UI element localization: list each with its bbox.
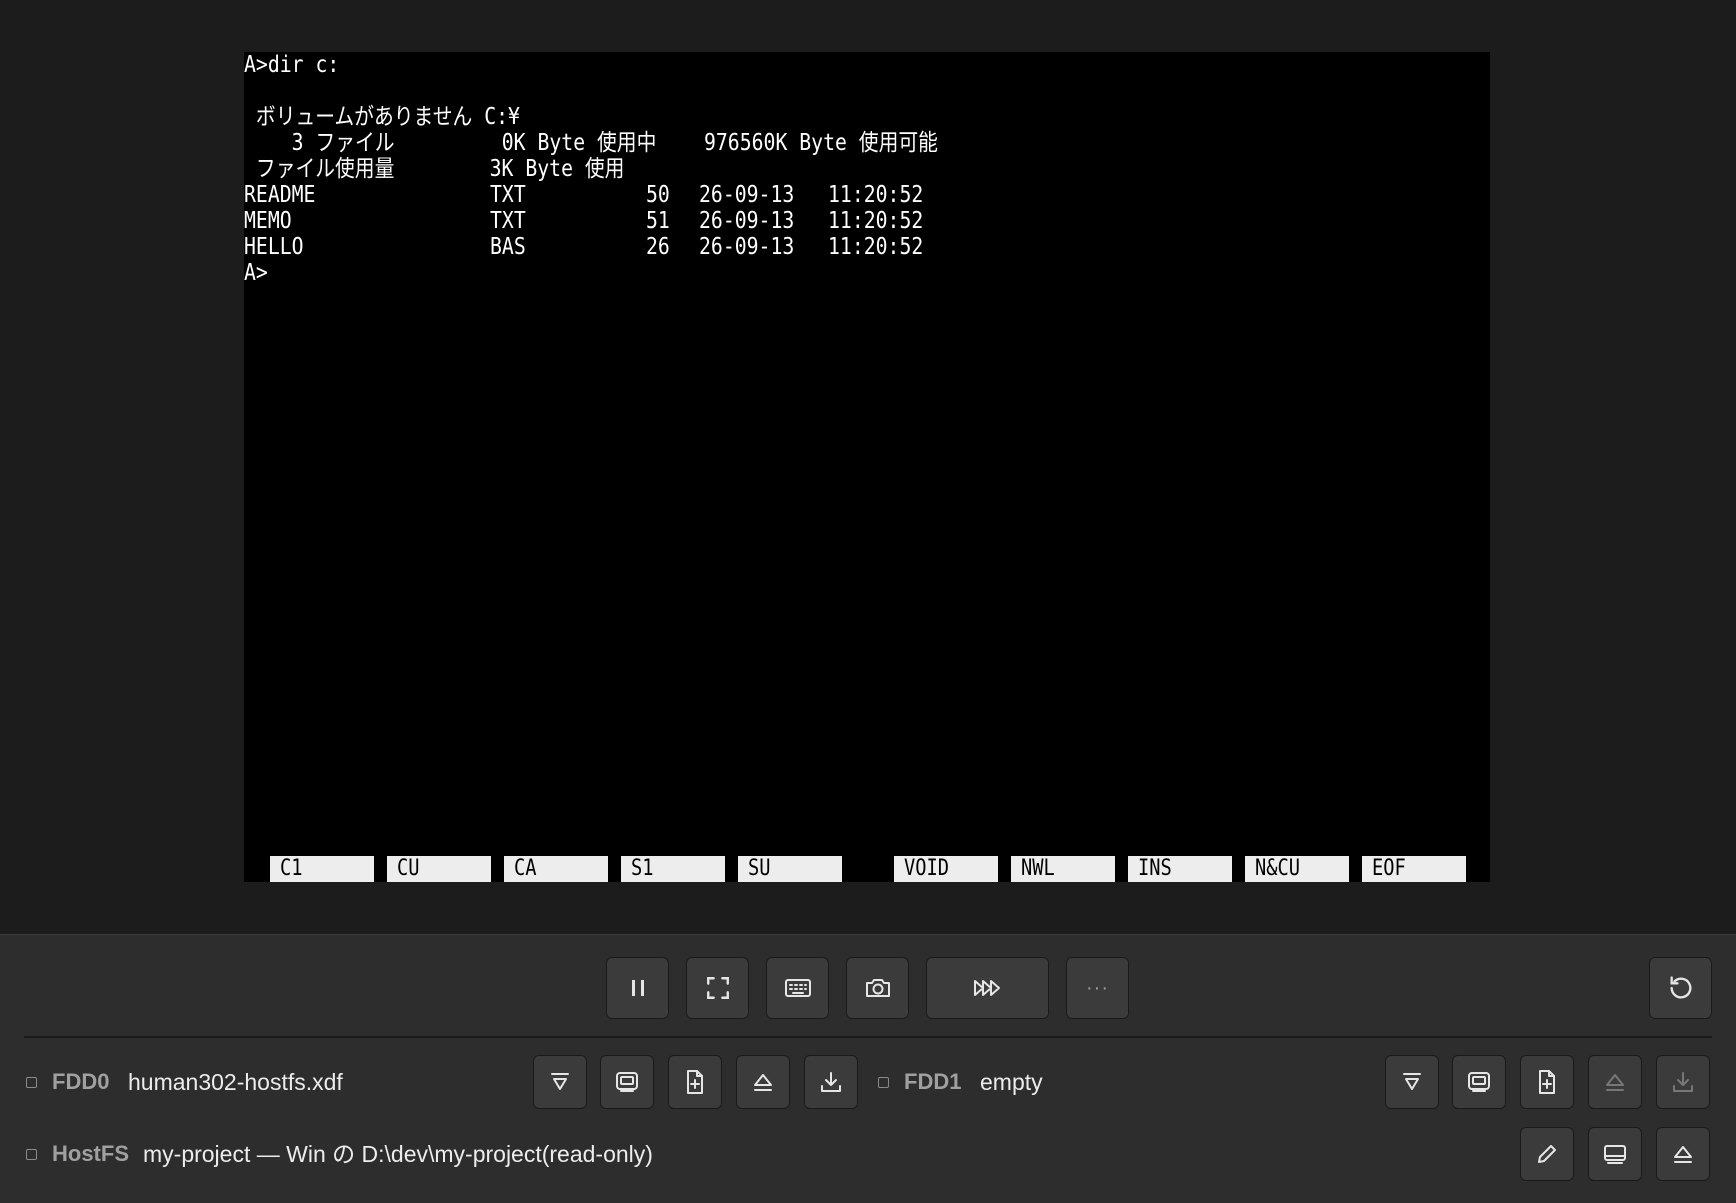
file-size: 26 [646,234,670,260]
more-button[interactable]: ··· [1066,957,1129,1019]
pause-icon [631,980,644,996]
function-key-label: INS [1138,856,1172,881]
function-key-label: S1 [631,856,654,881]
more-icon: ··· [1086,976,1109,999]
function-key-label: NWL [1021,856,1055,881]
fdd1-eject-button[interactable] [1588,1055,1642,1109]
hostfs-drive-button[interactable] [1588,1127,1642,1181]
fdd1-new-image-button[interactable] [1520,1055,1574,1109]
file-date: 26-09-13 [699,234,795,260]
fdd0-download-button[interactable] [804,1055,858,1109]
insert-disk-icon [551,1073,569,1090]
reset-icon [1670,976,1691,999]
fdd1-download-button[interactable] [1656,1055,1710,1109]
reset-button[interactable] [1649,957,1712,1019]
function-key-ca: CA [504,856,608,882]
file-size: 51 [646,208,670,234]
function-key-label: EOF [1372,856,1406,881]
function-key-label: CA [514,856,537,881]
file-time: 11:20:52 [828,234,924,260]
file-time: 11:20:52 [828,208,924,234]
hard-drive-icon [1604,1145,1626,1164]
fdd0-eject-button[interactable] [736,1055,790,1109]
eject-icon [1606,1074,1624,1091]
disk-drive-icon [1468,1072,1490,1092]
file-date: 26-09-13 [699,182,795,208]
function-key-label: N&CU [1255,856,1301,881]
fdd0-image-name: human302-hostfs.xdf [128,1069,343,1095]
file-time: 11:20:52 [828,182,924,208]
fdd0-insert-button[interactable] [533,1055,587,1109]
function-key-label: CU [397,856,420,881]
terminal-line: 3 ファイル 0K Byte 使用中 976560K Byte 使用可能 [244,130,938,156]
camera-icon [865,979,890,997]
terminal-line: A>dir c: [244,52,340,78]
disk-drive-icon [616,1072,638,1092]
insert-disk-icon [1403,1073,1421,1090]
function-key-cu: CU [387,856,491,882]
fdd1-label: FDD1 [904,1069,962,1094]
hostfs-label: HostFS [52,1141,129,1166]
fdd0-label: FDD0 [52,1069,110,1094]
hostfs-edit-button[interactable] [1520,1127,1574,1181]
fdd1-checkbox[interactable] [878,1077,889,1088]
hostfs-checkbox[interactable] [26,1149,37,1160]
file-name: MEMO [244,208,292,234]
function-key-nwl: NWL [1011,856,1115,882]
file-size: 50 [646,182,670,208]
terminal-prompt: A> [244,260,268,286]
fullscreen-button[interactable] [686,957,749,1019]
function-key-ins: INS [1128,856,1232,882]
fdd1-insert-button[interactable] [1385,1055,1439,1109]
fdd1-image-name: empty [980,1069,1043,1095]
pencil-icon [1538,1145,1556,1163]
fast-forward-icon [973,980,1000,996]
fast-forward-button[interactable] [926,957,1049,1019]
download-icon [821,1072,841,1092]
function-key-label: VOID [904,856,950,881]
function-key-void: VOID [894,856,998,882]
fdd1-drive-button[interactable] [1452,1055,1506,1109]
file-date: 26-09-13 [699,208,795,234]
hostfs-path: my-project — Win の D:\dev\my-project(rea… [143,1141,653,1167]
terminal-line: ファイル使用量 3K Byte 使用 [244,156,625,182]
new-file-icon [687,1070,703,1094]
hostfs-eject-button[interactable] [1656,1127,1710,1181]
emulator-screen[interactable]: A>dir c: ボリュームがありません C:¥ 3 ファイル 0K Byte … [244,52,1490,882]
fdd0-new-image-button[interactable] [668,1055,722,1109]
function-key-label: SU [748,856,771,881]
download-icon [1673,1072,1693,1092]
screenshot-button[interactable] [846,957,909,1019]
function-key-s1: S1 [621,856,725,882]
eject-icon [754,1074,772,1091]
toolbar-divider [24,1036,1712,1038]
keyboard-icon [784,979,811,997]
keyboard-button[interactable] [766,957,829,1019]
fullscreen-icon [706,977,729,999]
fdd0-drive-button[interactable] [600,1055,654,1109]
function-key-label: C1 [280,856,303,881]
file-ext: TXT [490,208,526,234]
file-name: HELLO [244,234,304,260]
function-key-su: SU [738,856,842,882]
eject-icon [1674,1146,1692,1163]
function-key-eof: EOF [1362,856,1466,882]
file-ext: BAS [490,234,526,260]
new-file-icon [1539,1070,1555,1094]
function-key-c1: C1 [270,856,374,882]
pause-button[interactable] [606,957,669,1019]
file-name: README [244,182,316,208]
terminal-line: ボリュームがありません C:¥ [244,104,520,130]
file-ext: TXT [490,182,526,208]
fdd0-checkbox[interactable] [26,1077,37,1088]
function-key-ncu: N&CU [1245,856,1349,882]
